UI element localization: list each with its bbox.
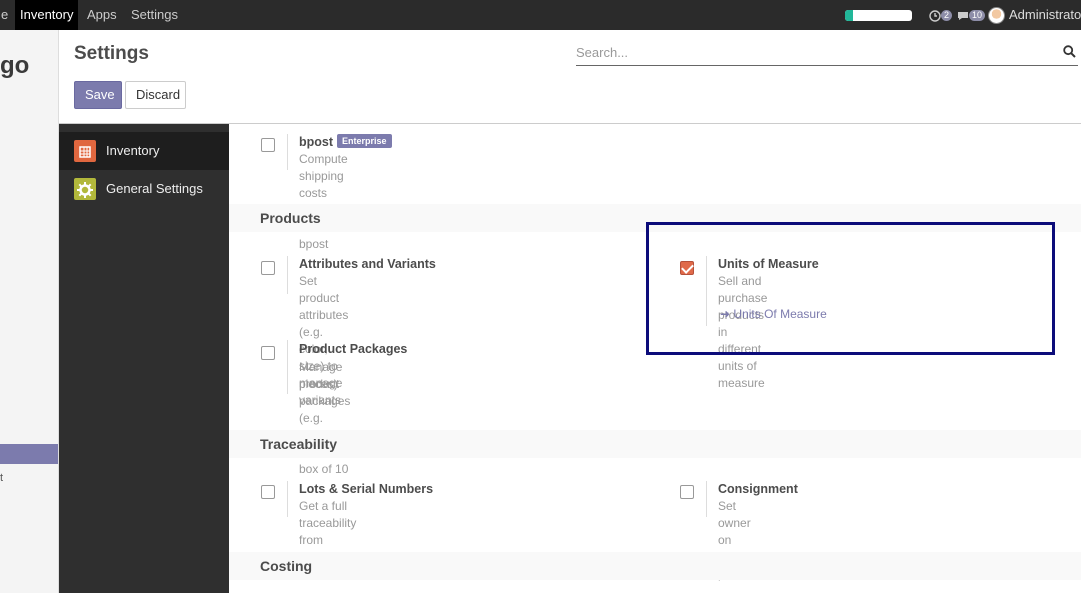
separator — [287, 256, 288, 294]
uom-link[interactable]: ➜ Units Of Measure — [720, 307, 827, 321]
search-icon[interactable] — [1063, 45, 1076, 58]
user-name[interactable]: Administrator — [1009, 0, 1081, 30]
page-title: Settings — [74, 43, 149, 64]
bpost-title: bpost — [299, 135, 334, 149]
background-app-strip: go t — [0, 30, 59, 593]
setting-description-cont: pieces) — [299, 377, 338, 391]
logo-fragment: go — [0, 52, 30, 79]
gear-icon — [74, 178, 96, 200]
consignment-checkbox[interactable] — [680, 485, 694, 499]
separator — [287, 134, 288, 170]
settings-content: bpostEnterprise Compute shipping costs a… — [229, 124, 1081, 593]
chat-icon — [958, 11, 968, 20]
sidebar-item-general-settings[interactable]: General Settings — [59, 170, 229, 208]
avatar[interactable] — [988, 7, 1005, 24]
sidebar-item-label: Inventory — [106, 143, 160, 158]
settings-sidebar: Inventory General Settings — [59, 124, 229, 593]
enterprise-badge: Enterprise — [337, 134, 392, 148]
activity-indicator[interactable]: 10 — [957, 8, 986, 22]
attributes-checkbox[interactable] — [261, 261, 275, 275]
arrow-right-icon: ➜ — [720, 307, 731, 321]
setting-title: Consignment — [718, 482, 798, 496]
progress-fill — [845, 10, 854, 21]
bpost-checkbox[interactable] — [261, 138, 275, 152]
menu-item-truncated[interactable]: e — [0, 0, 13, 30]
section-title-traceability: Traceability — [229, 430, 1081, 458]
uom-checkbox[interactable] — [680, 261, 694, 275]
setting-title: Product Packages — [299, 342, 408, 356]
separator — [287, 481, 288, 517]
messages-indicator[interactable]: 2 — [929, 8, 953, 22]
uom-link-label: Units Of Measure — [733, 307, 827, 321]
search-input[interactable] — [576, 40, 1056, 64]
discard-button[interactable]: Discard — [125, 81, 186, 109]
setting-title: Lots & Serial Numbers — [299, 482, 434, 496]
section-title-products: Products — [229, 204, 1081, 232]
sidebar-item-inventory[interactable]: Inventory — [59, 132, 229, 170]
menu-item-settings[interactable]: Settings — [126, 0, 183, 30]
control-panel: Settings Save Discard — [59, 30, 1081, 124]
section-title-costing: Costing — [229, 552, 1081, 580]
setting-title: bpost Enterprise — [299, 134, 392, 149]
messages-count: 2 — [941, 10, 953, 22]
search-bar — [576, 40, 1078, 66]
save-button[interactable]: Save — [74, 81, 122, 109]
setting-title: Attributes and Variants — [299, 257, 436, 271]
selected-strip-item — [0, 444, 58, 464]
progress-bar[interactable] — [845, 10, 912, 21]
setting-title: Units of Measure — [718, 257, 819, 271]
top-navbar: e Inventory Apps Settings 2 10 Administr… — [0, 0, 1081, 30]
lots-checkbox[interactable] — [261, 485, 275, 499]
menu-item-apps[interactable]: Apps — [82, 0, 122, 30]
packages-checkbox[interactable] — [261, 346, 275, 360]
setting-description: Sell and purchase products in different … — [718, 274, 768, 390]
activity-count: 10 — [969, 10, 986, 22]
menu-item-inventory[interactable]: Inventory — [15, 0, 79, 30]
separator — [287, 340, 288, 394]
separator — [706, 256, 707, 326]
inventory-icon — [74, 140, 96, 162]
setting-description: Compute shipping costs and ship with bpo… — [299, 152, 348, 251]
sidebar-item-label: General Settings — [106, 181, 203, 196]
separator — [706, 481, 707, 517]
clock-icon — [929, 9, 941, 22]
strip-text-fragment: t — [0, 472, 4, 484]
